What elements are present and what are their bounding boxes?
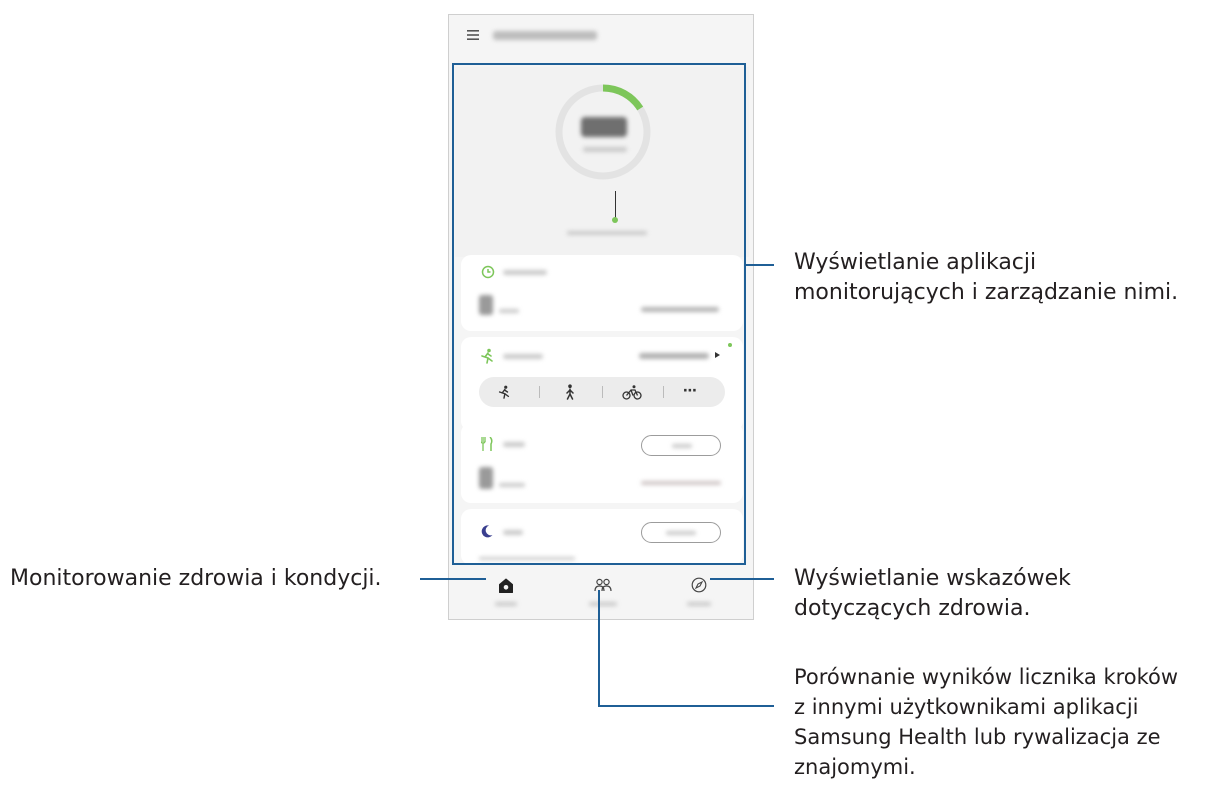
nav-home-label — [495, 602, 517, 606]
hamburger-icon[interactable] — [467, 29, 479, 41]
together-callout-line3: Samsung Health lub rywalizacja ze — [794, 725, 1161, 749]
app-bar — [449, 15, 753, 55]
discover-callout-line1: Wyświetlanie wskazówek — [794, 566, 1071, 591]
home-callout: Monitorowanie zdrowia i kondycji. — [10, 564, 382, 594]
nav-together[interactable] — [573, 573, 633, 613]
trackers-callout: Wyświetlanie aplikacji monitorujących i … — [794, 248, 1178, 308]
discover-callout-line — [710, 578, 774, 580]
together-callout-line1: Porównanie wyników licznika kroków — [794, 665, 1179, 689]
together-callout-line-vertical — [598, 590, 600, 707]
home-callout-line — [420, 578, 486, 580]
trackers-callout-line2: monitorujących i zarządzanie nimi. — [794, 280, 1179, 305]
nav-together-label — [589, 602, 617, 606]
people-icon — [594, 578, 612, 592]
trackers-highlight-box — [452, 63, 746, 565]
home-callout-line1: Monitorowanie zdrowia i kondycji. — [10, 566, 382, 591]
trackers-callout-line — [746, 264, 774, 266]
nav-home[interactable] — [483, 573, 531, 613]
app-title — [493, 31, 597, 40]
together-callout-line-horizontal — [598, 705, 774, 707]
discover-callout: Wyświetlanie wskazówek dotyczących zdrow… — [794, 564, 1071, 624]
together-callout-line4: znajomymi. — [794, 755, 916, 779]
together-callout-line2: z innymi użytkownikami aplikacji — [794, 695, 1139, 719]
discover-callout-line2: dotyczących zdrowia. — [794, 596, 1031, 621]
bottom-nav — [449, 567, 753, 619]
together-callout: Porównanie wyników licznika kroków z inn… — [794, 662, 1178, 782]
nav-discover-label — [687, 602, 711, 606]
trackers-callout-line1: Wyświetlanie aplikacji — [794, 250, 1037, 275]
home-icon — [499, 578, 513, 593]
compass-icon — [691, 577, 707, 593]
